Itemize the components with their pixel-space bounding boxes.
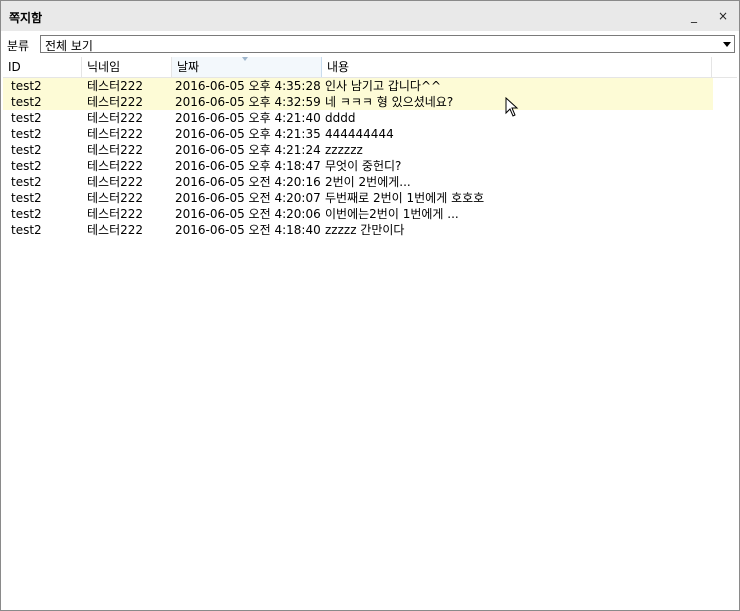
close-button[interactable]: ×	[713, 7, 733, 25]
cell-nickname: 테스터222	[87, 223, 144, 237]
cell-date: 2016-06-05 오후 4:21:24	[175, 143, 321, 157]
title-bar[interactable]: 쪽지함 _ ×	[1, 1, 739, 31]
list-header: ID 닉네임 날짜 내용	[3, 57, 737, 78]
mouse-pointer-icon	[505, 97, 519, 117]
table-row[interactable]: test2 테스터222 2016-06-05 오전 4:20:16 2번이 2번에게…	[3, 174, 713, 190]
cell-content: 인사 남기고 갑니다^^	[325, 79, 442, 93]
cell-date: 2016-06-05 오후 4:35:28	[175, 79, 321, 93]
filter-label: 분류	[7, 39, 30, 53]
table-row[interactable]: test2 테스터222 2016-06-05 오후 4:35:28 인사 남기고 갑…	[3, 78, 713, 94]
column-header-date-label: 날짜	[177, 60, 200, 74]
cell-id: test2	[11, 79, 42, 93]
cell-id: test2	[11, 191, 42, 205]
cell-nickname: 테스터222	[87, 127, 144, 141]
column-header-content[interactable]: 내용	[322, 57, 712, 77]
cell-date: 2016-06-05 오전 4:18:40	[175, 223, 321, 237]
message-list[interactable]: ID 닉네임 날짜 내용 test2 테스터222 2016-06-05 오후 4:…	[3, 57, 737, 608]
cell-id: test2	[11, 95, 42, 109]
cell-id: test2	[11, 143, 42, 157]
filter-row: 분류 전체 보기	[1, 33, 739, 57]
table-row[interactable]: test2 테스터222 2016-06-05 오후 4:21:24 zzzzzz	[3, 142, 713, 158]
sort-descending-icon	[242, 57, 248, 61]
cell-id: test2	[11, 207, 42, 221]
cell-date: 2016-06-05 오전 4:20:06	[175, 207, 321, 221]
table-row[interactable]: test2 테스터222 2016-06-05 오전 4:18:40 zzzzz 간만…	[3, 222, 713, 238]
cell-date: 2016-06-05 오후 4:21:40	[175, 111, 321, 125]
table-row[interactable]: test2 테스터222 2016-06-05 오후 4:18:47 무엇이 중헌디?	[3, 158, 713, 174]
message-box-window: 쪽지함 _ × 분류 전체 보기 ID 닉네임 날짜 내용 test2 테스터22…	[0, 0, 740, 611]
table-row[interactable]: test2 테스터222 2016-06-05 오후 4:21:35 44444444…	[3, 126, 713, 142]
cell-nickname: 테스터222	[87, 191, 144, 205]
minimize-button[interactable]: _	[684, 7, 704, 25]
table-row[interactable]: test2 테스터222 2016-06-05 오후 4:21:40 dddd	[3, 110, 713, 126]
cell-date: 2016-06-05 오후 4:18:47	[175, 159, 321, 173]
cell-nickname: 테스터222	[87, 79, 144, 93]
cell-date: 2016-06-05 오후 4:21:35	[175, 127, 321, 141]
cell-id: test2	[11, 159, 42, 173]
cell-nickname: 테스터222	[87, 207, 144, 221]
column-header-id[interactable]: ID	[3, 57, 82, 77]
cell-content: 이번에는2번이 1번에게 ...	[325, 207, 459, 221]
table-row[interactable]: test2 테스터222 2016-06-05 오후 4:32:59 네 ㅋㅋㅋ 형 …	[3, 94, 713, 110]
cell-nickname: 테스터222	[87, 143, 144, 157]
cell-date: 2016-06-05 오전 4:20:07	[175, 191, 321, 205]
cell-content: 2번이 2번에게...	[325, 175, 411, 189]
chevron-down-icon[interactable]	[723, 42, 731, 47]
category-selected-value: 전체 보기	[45, 39, 93, 53]
cell-content: 두번째로 2번이 1번에게 호호호	[325, 191, 485, 205]
table-row[interactable]: test2 테스터222 2016-06-05 오전 4:20:06 이번에는2번이 …	[3, 206, 713, 222]
table-row[interactable]: test2 테스터222 2016-06-05 오전 4:20:07 두번째로 2번이…	[3, 190, 713, 206]
cell-date: 2016-06-05 오후 4:32:59	[175, 95, 321, 109]
cell-nickname: 테스터222	[87, 95, 144, 109]
cell-content: zzzzz 간만이다	[325, 223, 405, 237]
window-title: 쪽지함	[9, 11, 43, 25]
cell-id: test2	[11, 127, 42, 141]
cell-nickname: 테스터222	[87, 159, 144, 173]
category-select[interactable]: 전체 보기	[40, 35, 735, 53]
column-header-nickname[interactable]: 닉네임	[82, 57, 172, 77]
cell-date: 2016-06-05 오전 4:20:16	[175, 175, 321, 189]
column-header-date[interactable]: 날짜	[172, 57, 322, 77]
cell-content: zzzzzz	[325, 143, 363, 157]
cell-id: test2	[11, 175, 42, 189]
cell-nickname: 테스터222	[87, 111, 144, 125]
cell-id: test2	[11, 111, 42, 125]
cell-content: 444444444	[325, 127, 394, 141]
cell-content: 무엇이 중헌디?	[325, 159, 402, 173]
cell-nickname: 테스터222	[87, 175, 144, 189]
cell-id: test2	[11, 223, 42, 237]
